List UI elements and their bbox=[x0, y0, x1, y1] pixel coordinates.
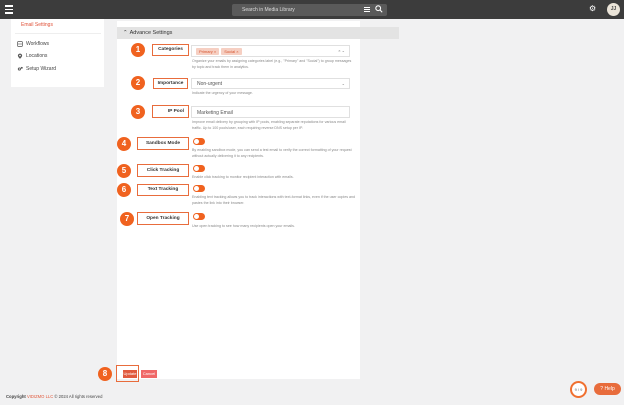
step-marker-1: 1 bbox=[131, 43, 145, 57]
category-tag-social[interactable]: Social × bbox=[221, 48, 242, 55]
step-marker-7: 7 bbox=[120, 212, 134, 226]
importance-label: Importance bbox=[153, 78, 188, 89]
ip-pool-description: Improve email delivery by grouping with … bbox=[192, 120, 346, 130]
copyright-word: Copyright bbox=[6, 394, 26, 399]
list-view-icon[interactable] bbox=[364, 7, 370, 12]
sidebar-item-label: Workflows bbox=[26, 41, 49, 47]
click-tracking-label: Click Tracking bbox=[137, 164, 189, 177]
sidebar-item-locations[interactable]: Locations bbox=[17, 53, 47, 59]
settings-gear-icon[interactable]: ⚙ bbox=[589, 4, 596, 14]
step-marker-8: 8 bbox=[98, 367, 112, 381]
ip-pool-label: IP Pool bbox=[152, 105, 189, 118]
chevron-down-icon: ⌄ bbox=[341, 81, 345, 86]
chevron-up-icon: ⌃ bbox=[123, 30, 128, 36]
advance-settings-header[interactable]: ⌃ Advance Settings bbox=[117, 27, 399, 39]
sidebar-item-email-settings[interactable]: Email Settings bbox=[21, 22, 53, 28]
sandbox-mode-toggle[interactable] bbox=[193, 138, 205, 145]
step-counter-badge[interactable]: 9 / 9 bbox=[570, 381, 587, 398]
sidebar-item-setup-wizard[interactable]: Setup Wizard bbox=[17, 66, 56, 72]
open-tracking-description: Use open tracking to see how many recipi… bbox=[192, 224, 295, 228]
settings-sidebar: Email Settings Workflows Locations Setup… bbox=[11, 19, 104, 87]
copyright-rest: © 2024 All rights reserved bbox=[54, 394, 103, 399]
sidebar-item-workflows[interactable]: Workflows bbox=[17, 41, 49, 47]
importance-description: Indicate the urgency of your message. bbox=[192, 91, 253, 95]
sandbox-mode-description: By enabling sandbox mode, you can send a… bbox=[192, 148, 352, 158]
ip-pool-input[interactable]: Marketing Email bbox=[191, 106, 350, 118]
sandbox-mode-label: Sandbox Mode bbox=[137, 137, 189, 150]
text-tracking-description: Enabling text tracking allows you to tra… bbox=[192, 195, 355, 205]
hamburger-menu-icon[interactable] bbox=[5, 5, 13, 14]
gears-icon bbox=[17, 66, 23, 71]
importance-value: Non-urgent bbox=[197, 81, 223, 87]
brand-link[interactable]: VIDIZMO LLC bbox=[27, 394, 53, 399]
categories-label: Categories bbox=[152, 44, 189, 56]
footer-copyright: Copyright VIDIZMO LLC © 2024 All rights … bbox=[6, 394, 102, 399]
click-tracking-description: Enable click tracking to monitor recipie… bbox=[192, 175, 294, 179]
sidebar-item-label: Locations bbox=[26, 53, 48, 59]
help-label: Help bbox=[604, 386, 615, 392]
categories-description: Organize your emails by assigning catego… bbox=[192, 59, 352, 69]
step-marker-2: 2 bbox=[131, 76, 145, 90]
text-tracking-toggle[interactable] bbox=[193, 185, 205, 192]
clear-and-dropdown-icon[interactable]: × ⌄ bbox=[338, 48, 345, 53]
section-title: Advance Settings bbox=[129, 30, 173, 36]
location-pin-icon bbox=[17, 53, 23, 59]
open-tracking-toggle[interactable] bbox=[193, 213, 205, 220]
category-tag-primary[interactable]: Primary × bbox=[196, 48, 220, 55]
step-marker-4: 4 bbox=[117, 137, 131, 151]
workflow-icon bbox=[17, 41, 23, 47]
help-button[interactable]: ? Help bbox=[594, 383, 621, 395]
step-marker-5: 5 bbox=[117, 164, 131, 178]
sidebar-item-label: Setup Wizard bbox=[26, 66, 57, 72]
user-avatar[interactable]: JJ bbox=[607, 3, 620, 16]
cancel-button[interactable]: Cancel bbox=[141, 370, 157, 378]
click-tracking-toggle[interactable] bbox=[193, 165, 205, 172]
step-marker-3: 3 bbox=[131, 105, 145, 119]
categories-select[interactable]: Primary × Social × × ⌄ bbox=[191, 45, 350, 57]
importance-select[interactable]: Non-urgent ⌄ bbox=[191, 78, 350, 89]
open-tracking-label: Open Tracking bbox=[137, 212, 189, 225]
update-button[interactable]: Update bbox=[123, 370, 137, 378]
search-icon[interactable] bbox=[375, 5, 383, 13]
text-tracking-label: Text Tracking bbox=[137, 184, 189, 196]
top-bar: Search in Media Library ⚙ JJ bbox=[0, 0, 624, 19]
help-circle-icon: ? bbox=[600, 386, 604, 392]
step-marker-6: 6 bbox=[117, 183, 131, 197]
sidebar-divider bbox=[15, 33, 101, 34]
